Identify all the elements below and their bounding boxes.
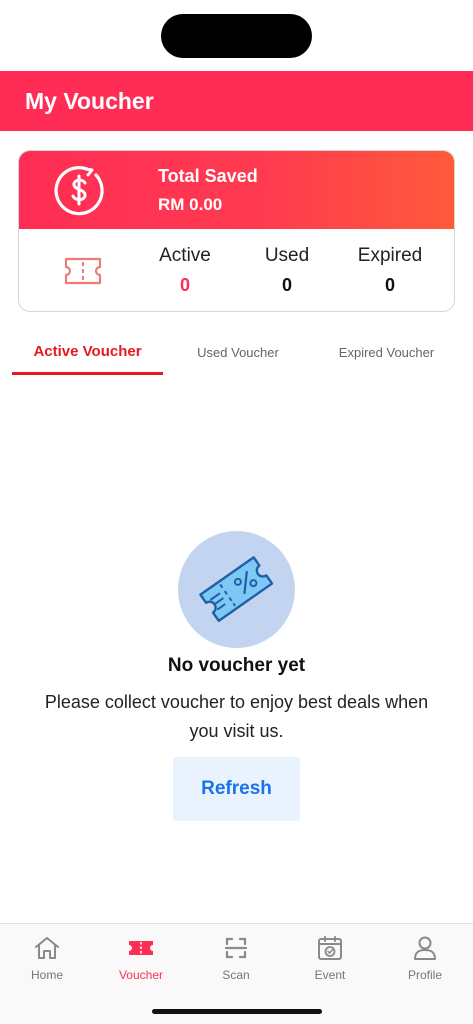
nav-label-event: Event (314, 968, 346, 982)
empty-state-title: No voucher yet (167, 655, 306, 676)
stat-used-value: 0 (281, 275, 292, 295)
nav-label-profile: Profile (407, 968, 442, 982)
nav-label-voucher: Voucher (118, 968, 164, 982)
scan-icon (224, 937, 248, 959)
stat-active-value: 0 (179, 275, 190, 295)
nav-item-event[interactable]: Event (283, 924, 377, 994)
stat-active-label: Active (159, 245, 211, 266)
camera-notch (161, 14, 312, 58)
nav-label-scan: Scan (222, 968, 250, 982)
nav-item-profile[interactable]: Profile (378, 924, 472, 994)
event-icon (318, 936, 342, 960)
ticket-icon (64, 257, 102, 285)
nav-label-home: Home (30, 968, 63, 982)
voucher-icon (199, 556, 274, 623)
stat-used: Used 0 (237, 245, 337, 296)
refresh-button[interactable]: Refresh (173, 757, 300, 821)
stat-expired-label: Expired (357, 245, 423, 266)
stat-used-label: Used (264, 245, 310, 266)
total-saved-value: RM 0.00 (158, 195, 223, 214)
page-title: My Voucher (25, 88, 154, 114)
home-indicator (152, 1009, 322, 1014)
stat-expired-value: 0 (384, 275, 395, 295)
voucher-icon (129, 941, 153, 955)
active-tab-indicator (12, 372, 163, 375)
tab-used-voucher[interactable]: Used Voucher (168, 336, 308, 376)
app-header: My Voucher (0, 71, 473, 131)
profile-icon (414, 936, 436, 960)
tab-active-voucher[interactable]: Active Voucher (12, 336, 163, 376)
nav-item-home[interactable]: Home (0, 924, 94, 994)
empty-state-illustration (178, 531, 295, 648)
total-saved-banner: Total Saved RM 0.00 (19, 151, 454, 229)
total-saved-label: Total Saved (158, 166, 258, 186)
voucher-summary-card: Total Saved RM 0.00 Active 0 Used 0 Expi… (18, 150, 455, 312)
stat-expired: Expired 0 (340, 245, 440, 296)
voucher-tabs: Active Voucher Used Voucher Expired Vouc… (0, 336, 473, 376)
tab-expired-voucher[interactable]: Expired Voucher (314, 336, 459, 376)
empty-state-message: Please collect voucher to enjoy best dea… (44, 692, 429, 741)
stat-active: Active 0 (135, 245, 235, 296)
nav-item-scan[interactable]: Scan (189, 924, 283, 994)
home-icon (35, 937, 59, 959)
nav-item-voucher[interactable]: Voucher (94, 924, 188, 994)
dollar-circle-icon (54, 166, 104, 216)
